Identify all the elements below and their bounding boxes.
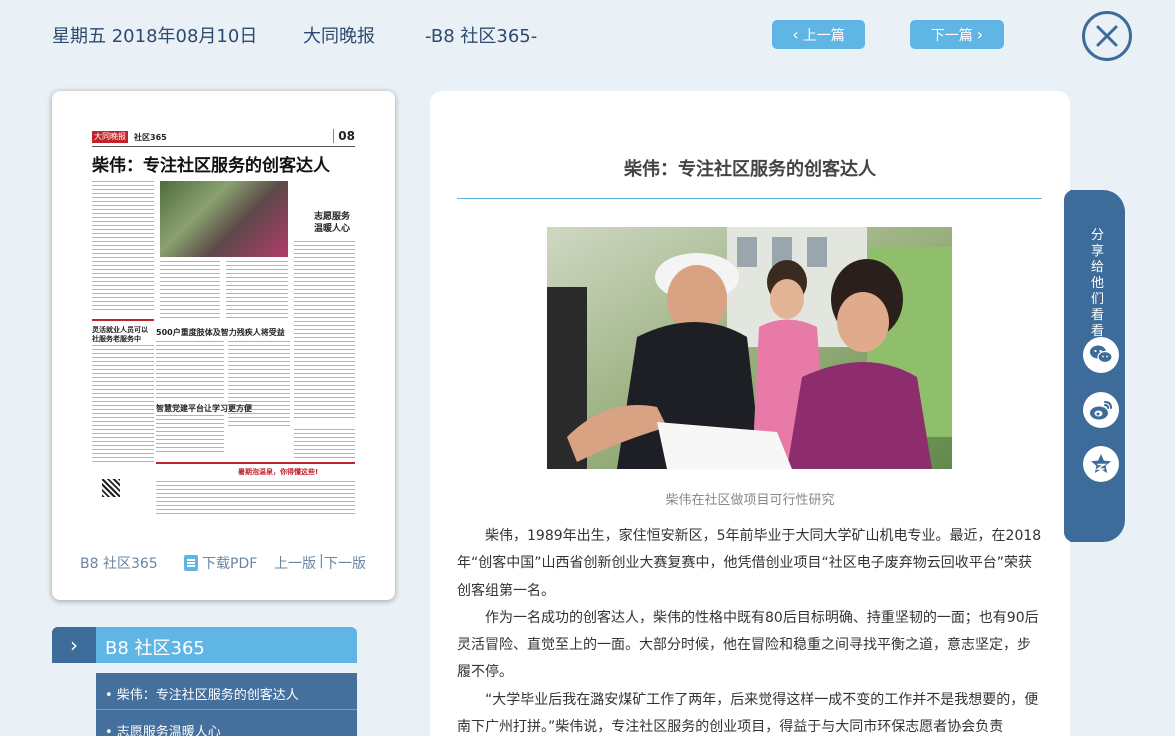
next-article-label: 下一篇 [930,27,973,44]
pdf-icon [184,555,198,571]
thumbnail-qr-code [102,479,120,497]
thumbnail-text-column [92,345,154,465]
article-photo [547,227,952,469]
page-thumbnail[interactable]: 大同晚报 社区365 08 柴伟：专注社区服务的创客达人 志愿服务 温暖人心 灵… [92,129,355,519]
thumbnail-text-column [294,429,355,459]
newspaper-name: 大同晚报 [303,26,375,47]
thumbnail-subhead: 温暖人心 [314,224,351,234]
issue-date: 星期五 2018年08月10日 [52,26,258,47]
chevron-right-icon: › [976,24,984,44]
top-bar: 星期五 2018年08月10日 大同晚报 -B8 社区365- ‹ 上一篇 下一… [0,0,1175,70]
share-label: 分享给他们看看 [1091,228,1105,339]
thumbnail-section: 社区365 [134,133,167,142]
article-body: 柴伟，1989年出生，家住恒安新区，5年前毕业于大同大学矿山机电专业。最近，在2… [457,523,1042,736]
thumbnail-text-column [226,261,288,321]
article-title: 柴伟：专注社区服务的创客达人 [624,159,876,180]
article-photo-illustration [547,227,952,469]
thumbnail-photo [160,181,288,257]
close-icon [1096,25,1118,47]
wechat-share-button[interactable] [1083,337,1119,373]
favorite-share-button[interactable] [1083,446,1119,482]
thumbnail-text-column [92,181,154,311]
download-pdf-link[interactable]: 下载PDF [184,553,257,573]
page-card: 大同晚报 社区365 08 柴伟：专注社区服务的创客达人 志愿服务 温暖人心 灵… [52,91,395,600]
thumbnail-headline: 柴伟：专注社区服务的创客达人 [92,156,330,176]
article-paragraph: 作为一名成功的创客达人，柴伟的性格中既有80后目标明确、持重坚韧的一面；也有90… [457,609,1039,681]
thumbnail-page-number: 08 [333,129,355,143]
section-header[interactable]: › B8 社区365 [52,627,357,663]
weibo-icon [1090,401,1112,420]
page-card-footer: B8 社区365 下载PDF 上一版 | 下一版 [52,553,395,573]
thumbnail-text-column [294,241,355,421]
article-panel: 柴伟：专注社区服务的创客达人 柴伟在社区做项目可行性研究 柴伟，1989年出生，… [430,91,1070,736]
thumbnail-divider [156,462,355,464]
next-article-button[interactable]: 下一篇 › [910,20,1004,49]
chevron-left-icon: ‹ [792,24,799,44]
footer-separator: | [319,553,324,569]
article-paragraph: “大学毕业后我在潞安煤矿工作了两年，后来觉得这样一成不变的工作并不是我想要的，便… [457,691,1039,736]
download-pdf-label: 下载PDF [202,556,258,572]
weibo-share-button[interactable] [1083,392,1119,428]
article-paragraph: 柴伟，1989年出生，家住恒安新区，5年前毕业于大同大学矿山机电专业。最近，在2… [457,528,1042,599]
star-icon [1091,454,1111,473]
prev-page-link[interactable]: 上一版 [274,553,316,573]
thumbnail-logo: 大同晚报 [92,131,128,143]
close-button[interactable] [1082,11,1132,61]
footer-page-label: B8 社区365 [80,556,158,572]
section-article-item[interactable]: • 柴伟：专注社区服务的创客达人 [96,673,357,710]
thumbnail-text-column [156,481,355,515]
section-article-item[interactable]: • 志愿服务温暖人心 [96,710,357,736]
thumbnail-text-column [156,341,224,401]
wechat-icon [1090,345,1113,364]
prev-article-button[interactable]: ‹ 上一篇 [772,20,865,49]
page-label: -B8 社区365- [425,26,538,47]
share-sidebar: 分享给他们看看 [1064,190,1125,542]
thumbnail-subhead: 500户重度肢体及智力残疾人将受益 [156,328,285,337]
thumbnail-subhead: 智慧党建平台让学习更方便 [156,404,252,413]
section-article-list: › B8 社区365 • 柴伟：专注社区服务的创客达人 • 志愿服务温暖人心 [52,627,357,736]
thumbnail-divider [92,319,154,321]
thumbnail-masthead: 大同晚报 社区365 08 [92,129,355,147]
thumbnail-text-column [160,261,220,321]
chevron-right-icon: › [52,627,96,663]
photo-caption: 柴伟在社区做项目可行性研究 [665,493,835,508]
prev-article-label: 上一篇 [802,27,845,44]
next-page-link[interactable]: 下一版 [324,553,366,573]
thumbnail-subhead: 暑期泡温泉，你得懂这些! [238,468,319,476]
title-divider [457,198,1042,199]
thumbnail-subhead: 社服务老服务中 [92,335,141,343]
thumbnail-text-column [156,415,224,455]
section-title: B8 社区365 [105,638,205,659]
